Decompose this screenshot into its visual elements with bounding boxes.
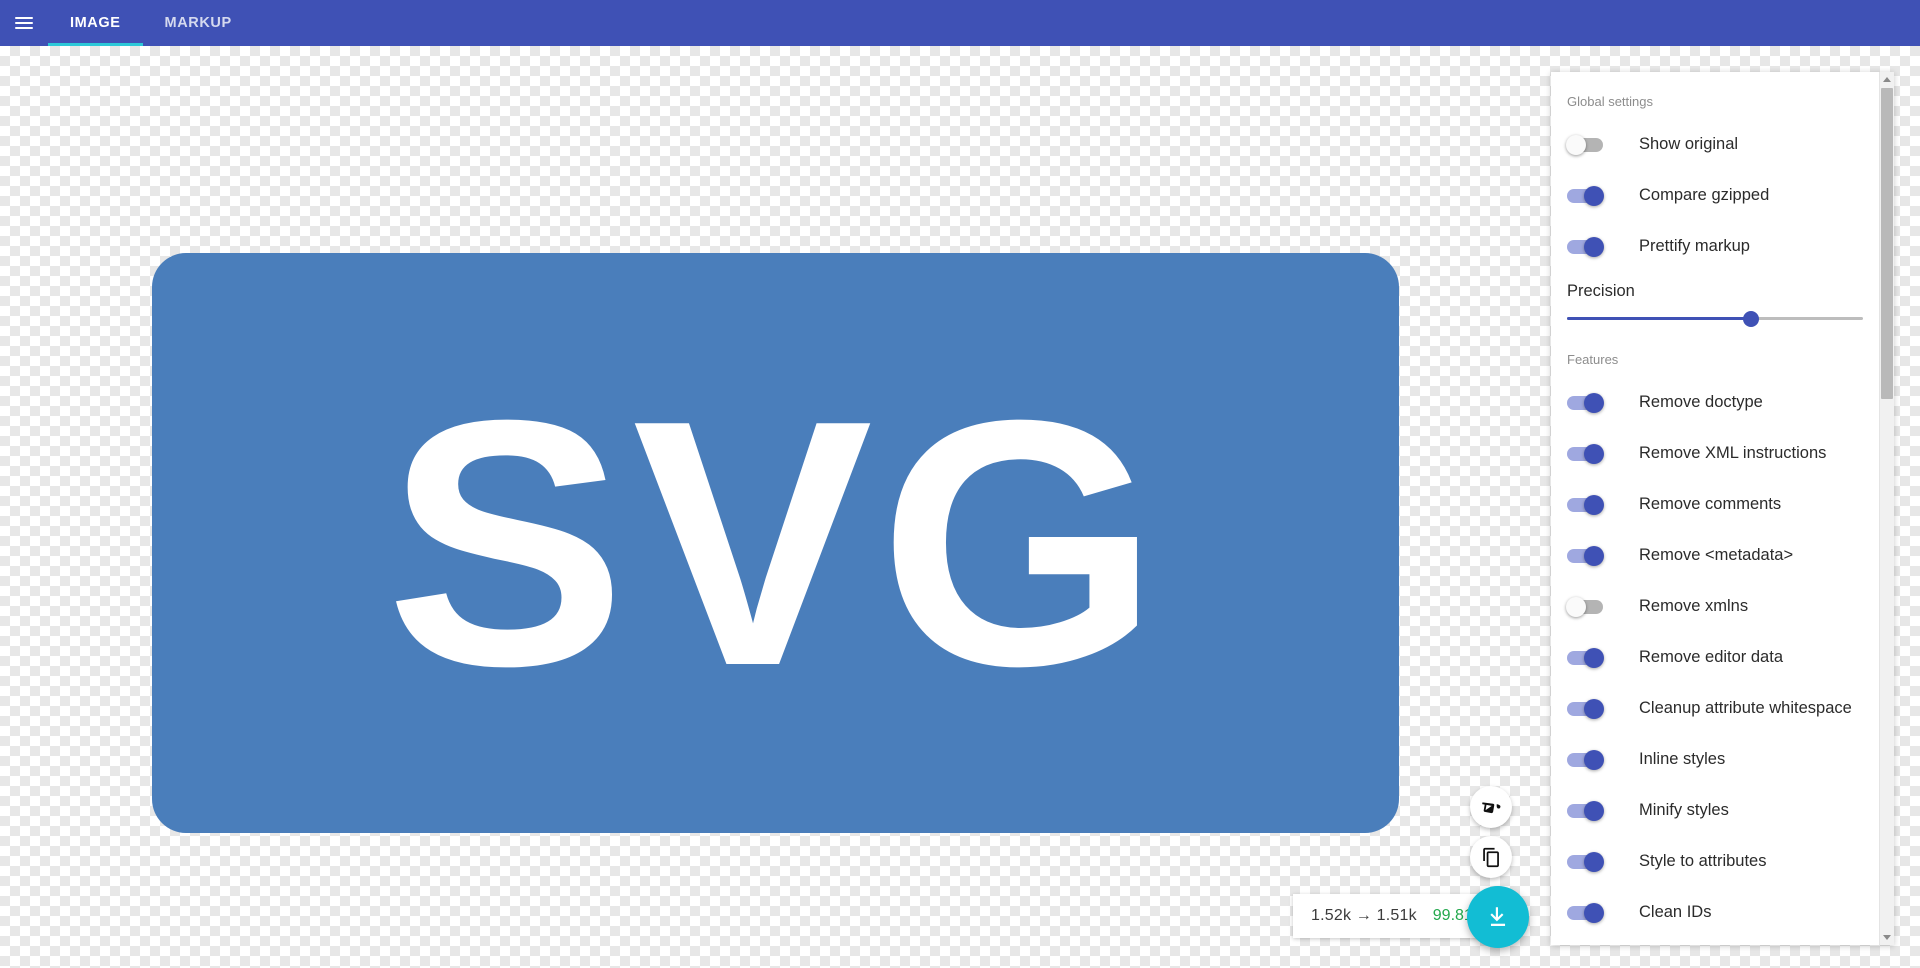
toggle-remove-metadata[interactable] (1567, 545, 1604, 566)
settings-scrollbar[interactable] (1879, 72, 1894, 945)
option-label: Remove comments (1639, 495, 1782, 513)
toggle-remove-doctype[interactable] (1567, 392, 1604, 413)
option-row-style-to-attributes[interactable]: Style to attributes (1551, 836, 1879, 887)
feature-options-list: Remove doctype Remove XML instructions Rem… (1551, 377, 1879, 938)
app-root: SVG IMAGE MARKUP 1.52k → 1.51k 99.81% Gl… (0, 0, 1920, 968)
toggle-remove-xmlns[interactable] (1566, 596, 1603, 617)
copy-icon[interactable] (1470, 836, 1512, 878)
toggle-thumb (1584, 851, 1604, 872)
toggle-thumb (1584, 494, 1604, 515)
precision-slider[interactable] (1567, 310, 1863, 327)
global-options-list: Show original Compare gzipped Prettify mar… (1551, 119, 1879, 272)
option-label: Show original (1639, 135, 1739, 153)
toggle-style-to-attributes[interactable] (1567, 851, 1604, 872)
precision-setting: Precision (1551, 272, 1879, 334)
tab-image-label: IMAGE (70, 15, 121, 31)
option-label: Clean IDs (1639, 903, 1712, 921)
size-comparison-text: 1.52k → 1.51k (1311, 907, 1417, 924)
toggle-thumb (1584, 236, 1604, 257)
option-row-remove-doctype[interactable]: Remove doctype (1551, 377, 1879, 428)
svg-logo-text: SVG (385, 347, 1166, 739)
hamburger-menu-icon[interactable] (0, 0, 48, 46)
app-top-bar: IMAGE MARKUP (0, 0, 1920, 46)
toggle-remove-xml-instructions[interactable] (1567, 443, 1604, 464)
option-row-prettify-markup[interactable]: Prettify markup (1551, 221, 1879, 272)
option-label: Remove XML instructions (1639, 444, 1827, 462)
option-row-remove-xml-instructions[interactable]: Remove XML instructions (1551, 428, 1879, 479)
toggle-thumb (1584, 392, 1604, 413)
toggle-clean-ids[interactable] (1567, 902, 1604, 923)
option-label: Prettify markup (1639, 237, 1750, 255)
option-label: Minify styles (1639, 801, 1729, 819)
option-row-compare-gzipped[interactable]: Compare gzipped (1551, 170, 1879, 221)
toggle-thumb (1584, 749, 1604, 770)
option-label: Inline styles (1639, 750, 1726, 768)
toggle-thumb (1584, 647, 1604, 668)
toggle-thumb (1584, 443, 1604, 464)
option-row-minify-styles[interactable]: Minify styles (1551, 785, 1879, 836)
option-row-clean-ids[interactable]: Clean IDs (1551, 887, 1879, 938)
option-row-cleanup-attribute-whitespace[interactable]: Cleanup attribute whitespace (1551, 683, 1879, 734)
scrollbar-thumb[interactable] (1881, 88, 1893, 399)
toggle-inline-styles[interactable] (1567, 749, 1604, 770)
toggle-thumb (1584, 185, 1604, 206)
option-row-remove-comments[interactable]: Remove comments (1551, 479, 1879, 530)
download-button[interactable] (1467, 886, 1529, 948)
toggle-thumb (1584, 800, 1604, 821)
toggle-thumb (1584, 545, 1604, 566)
option-label: Style to attributes (1639, 852, 1767, 870)
option-label: Remove editor data (1639, 648, 1783, 666)
option-row-show-original[interactable]: Show original (1551, 119, 1879, 170)
option-label: Remove xmlns (1639, 597, 1749, 615)
toggle-remove-comments[interactable] (1567, 494, 1604, 515)
option-row-remove-editor-data[interactable]: Remove editor data (1551, 632, 1879, 683)
option-row-inline-styles[interactable]: Inline styles (1551, 734, 1879, 785)
toggle-minify-styles[interactable] (1567, 800, 1604, 821)
option-row-remove-metadata[interactable]: Remove <metadata> (1551, 530, 1879, 581)
option-label: Cleanup attribute whitespace (1639, 699, 1852, 717)
option-label: Compare gzipped (1639, 186, 1770, 204)
svg-image-preview: SVG (152, 253, 1399, 833)
toggle-show-original[interactable] (1566, 134, 1603, 155)
toggle-remove-editor-data[interactable] (1567, 647, 1604, 668)
toggle-thumb (1566, 596, 1586, 617)
option-row-remove-xmlns[interactable]: Remove xmlns (1551, 581, 1879, 632)
option-label: Remove <metadata> (1639, 546, 1794, 564)
toggle-thumb (1584, 698, 1604, 719)
toggle-thumb (1584, 902, 1604, 923)
global-settings-heading: Global settings (1567, 94, 1653, 109)
toggle-cleanup-attribute-whitespace[interactable] (1567, 698, 1604, 719)
paint-bucket-icon[interactable] (1470, 786, 1512, 828)
toggle-prettify-markup[interactable] (1567, 236, 1604, 257)
tab-markup[interactable]: MARKUP (143, 0, 254, 46)
tab-image[interactable]: IMAGE (48, 0, 143, 46)
tab-markup-label: MARKUP (164, 15, 232, 31)
settings-panel: Global settings Show original Compare gzi… (1551, 72, 1894, 945)
toggle-compare-gzipped[interactable] (1567, 185, 1604, 206)
toggle-thumb (1566, 134, 1586, 155)
scroll-down-arrow-icon[interactable] (1880, 930, 1894, 945)
scroll-up-arrow-icon[interactable] (1880, 72, 1894, 87)
option-label: Remove doctype (1639, 393, 1763, 411)
precision-slider-fill (1567, 317, 1751, 320)
features-heading: Features (1567, 352, 1619, 367)
precision-label: Precision (1567, 282, 1635, 300)
settings-scroll-container: Global settings Show original Compare gzi… (1551, 72, 1879, 945)
precision-slider-thumb[interactable] (1742, 310, 1759, 327)
